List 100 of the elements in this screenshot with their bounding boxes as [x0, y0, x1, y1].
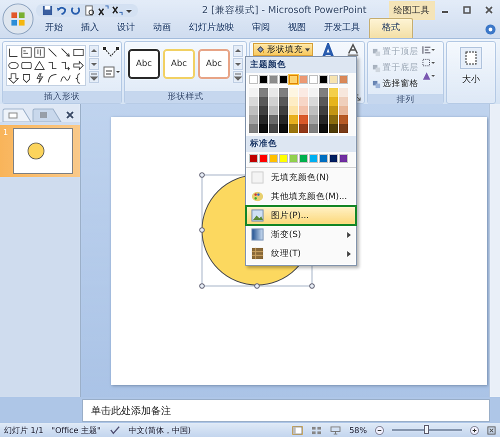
- color-swatch[interactable]: [329, 154, 338, 163]
- color-swatch[interactable]: [339, 154, 348, 163]
- fit-to-window-icon[interactable]: [487, 426, 496, 434]
- color-swatch[interactable]: [329, 97, 338, 106]
- office-button[interactable]: [2, 3, 34, 35]
- color-swatch[interactable]: [309, 88, 318, 97]
- notes-field[interactable]: 单击此处添加备注: [82, 399, 490, 422]
- zoom-out-icon[interactable]: [375, 426, 384, 434]
- color-swatch[interactable]: [319, 154, 328, 163]
- close-icon[interactable]: [65, 110, 75, 120]
- scroll-up-icon[interactable]: [89, 45, 99, 57]
- color-swatch[interactable]: [269, 88, 278, 97]
- save-icon[interactable]: [42, 4, 53, 16]
- color-swatch[interactable]: [279, 154, 288, 163]
- maximize-icon[interactable]: [462, 5, 472, 15]
- color-swatch[interactable]: [309, 106, 318, 115]
- color-swatch[interactable]: [299, 115, 308, 124]
- scroll-down-icon[interactable]: [233, 58, 243, 70]
- group-objects-icon[interactable]: [422, 58, 435, 68]
- color-swatch[interactable]: [339, 88, 348, 97]
- color-swatch[interactable]: [259, 97, 268, 106]
- menu-item[interactable]: 纹理(T): [246, 244, 356, 263]
- color-swatch[interactable]: [279, 75, 288, 84]
- rectangle-icon[interactable]: [73, 47, 84, 58]
- help-icon[interactable]: [485, 24, 496, 35]
- color-swatch[interactable]: [339, 106, 348, 115]
- color-swatch[interactable]: [299, 124, 308, 133]
- color-swatch[interactable]: [289, 154, 298, 163]
- close-icon[interactable]: [484, 5, 494, 15]
- color-swatch[interactable]: [339, 115, 348, 124]
- ribbon-tab[interactable]: 开始: [36, 19, 72, 38]
- color-swatch[interactable]: [309, 97, 318, 106]
- color-swatch[interactable]: [299, 154, 308, 163]
- color-swatch[interactable]: [269, 154, 278, 163]
- zoom-slider-thumb[interactable]: [424, 425, 429, 434]
- lightning-icon[interactable]: [34, 73, 45, 84]
- more-icon[interactable]: [89, 71, 99, 83]
- color-swatch[interactable]: [289, 97, 298, 106]
- triangle-icon[interactable]: [34, 60, 45, 71]
- shape-style-preset[interactable]: Abc: [198, 49, 230, 79]
- slide-thumbnail[interactable]: [13, 128, 73, 174]
- outline-tab-icon[interactable]: [32, 108, 62, 122]
- shape-fill-button[interactable]: 形状填充: [253, 43, 313, 56]
- color-swatch[interactable]: [259, 124, 268, 133]
- vertical-text-box-icon[interactable]: [34, 47, 45, 58]
- color-swatch[interactable]: [249, 106, 258, 115]
- scroll-down-icon[interactable]: [89, 58, 99, 70]
- shape-style-preset[interactable]: Abc: [163, 49, 195, 79]
- color-swatch[interactable]: [329, 75, 338, 84]
- menu-item[interactable]: 无填充颜色(N): [246, 168, 356, 187]
- color-swatch[interactable]: [309, 75, 318, 84]
- elbow-arrow-icon[interactable]: [60, 60, 71, 71]
- ribbon-tab[interactable]: 格式: [369, 18, 413, 38]
- color-swatch[interactable]: [329, 106, 338, 115]
- color-swatch[interactable]: [289, 115, 298, 124]
- color-swatch[interactable]: [299, 88, 308, 97]
- color-swatch[interactable]: [279, 115, 288, 124]
- ribbon-tab[interactable]: 动画: [144, 19, 180, 38]
- color-swatch[interactable]: [249, 124, 258, 133]
- arc-icon[interactable]: [47, 73, 58, 84]
- color-swatch[interactable]: [249, 115, 258, 124]
- color-swatch[interactable]: [319, 115, 328, 124]
- color-swatch[interactable]: [249, 88, 258, 97]
- color-swatch[interactable]: [259, 115, 268, 124]
- color-swatch[interactable]: [289, 124, 298, 133]
- color-swatch[interactable]: [309, 115, 318, 124]
- color-swatch[interactable]: [279, 124, 288, 133]
- color-swatch[interactable]: [289, 106, 298, 115]
- vertical-scrollbar[interactable]: [489, 104, 500, 397]
- subscript-icon[interactable]: [112, 4, 123, 16]
- color-swatch[interactable]: [309, 124, 318, 133]
- more-icon[interactable]: [233, 71, 243, 83]
- text-box-icon[interactable]: [102, 65, 120, 79]
- color-swatch[interactable]: [319, 106, 328, 115]
- color-swatch[interactable]: [269, 115, 278, 124]
- rotate-icon[interactable]: [422, 71, 435, 81]
- right-arrow-icon[interactable]: [73, 60, 84, 71]
- ribbon-tab[interactable]: 审阅: [243, 19, 279, 38]
- color-swatch[interactable]: [319, 88, 328, 97]
- line-icon[interactable]: [47, 47, 58, 58]
- size-button[interactable]: 大小: [458, 45, 484, 88]
- redo-icon[interactable]: [70, 4, 81, 16]
- color-swatch[interactable]: [329, 124, 338, 133]
- scroll-up-icon[interactable]: [233, 45, 243, 57]
- undo-icon[interactable]: [56, 4, 67, 16]
- down-arrow-icon[interactable]: [8, 73, 19, 84]
- color-swatch[interactable]: [279, 88, 288, 97]
- ribbon-tab[interactable]: 设计: [108, 19, 144, 38]
- color-swatch[interactable]: [269, 97, 278, 106]
- slide-show-icon[interactable]: [330, 426, 342, 434]
- color-swatch[interactable]: [259, 106, 268, 115]
- ribbon-tab[interactable]: 幻灯片放映: [180, 19, 243, 38]
- text-fill-icon[interactable]: [346, 43, 360, 57]
- ribbon-tab[interactable]: 视图: [279, 19, 315, 38]
- color-swatch[interactable]: [259, 75, 268, 84]
- ribbon-tab[interactable]: 开发工具: [315, 19, 369, 38]
- color-swatch[interactable]: [339, 75, 348, 84]
- color-swatch[interactable]: [249, 75, 258, 84]
- color-swatch[interactable]: [279, 97, 288, 106]
- superscript-icon[interactable]: [98, 4, 109, 16]
